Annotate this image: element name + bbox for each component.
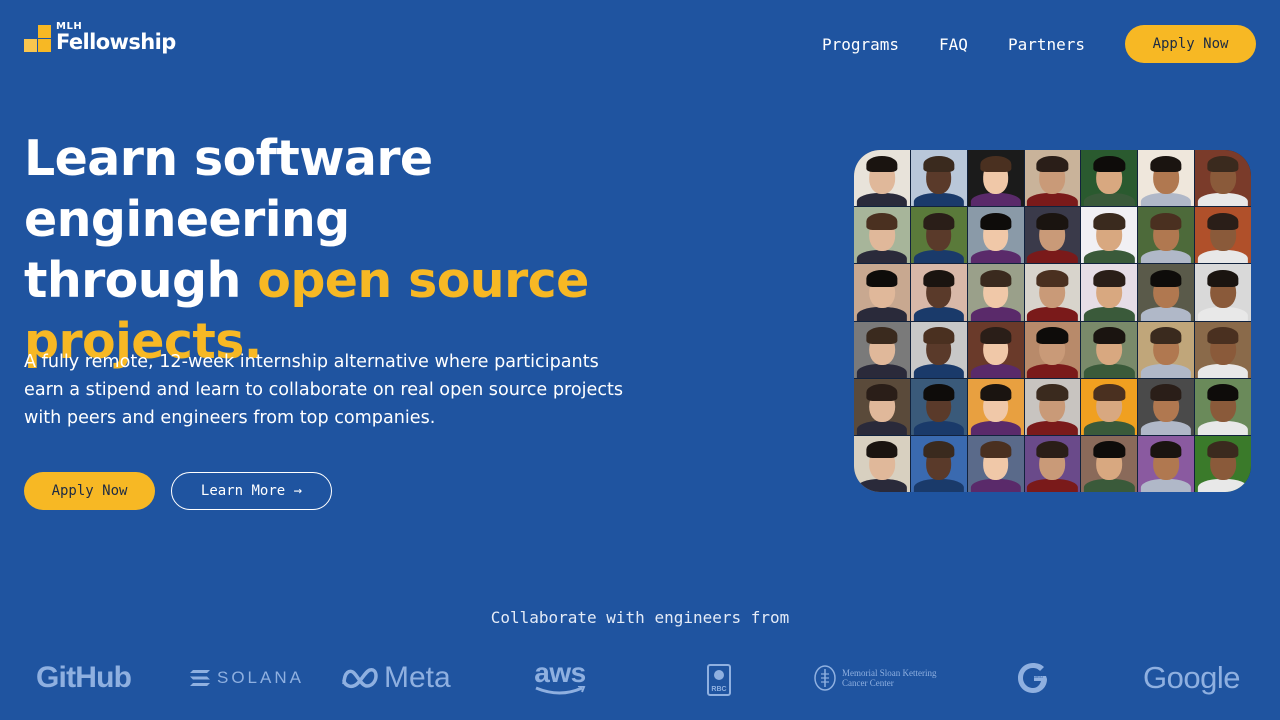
- nav-item-faq[interactable]: FAQ: [939, 35, 968, 54]
- google-logo: Google: [1143, 660, 1240, 695]
- main-nav: Programs FAQ Partners Apply Now: [822, 25, 1256, 63]
- hero-actions: Apply Now Learn More →: [24, 472, 332, 510]
- fellow-photo: [1081, 321, 1138, 378]
- fellow-photo: [1138, 207, 1195, 264]
- fellow-photo: [910, 321, 967, 378]
- fellow-photo: [1195, 435, 1251, 492]
- header-apply-button[interactable]: Apply Now: [1125, 25, 1256, 63]
- fellow-photo: [1138, 378, 1195, 435]
- hero-title: Learn software engineering through open …: [24, 128, 744, 372]
- logo-big-text: Fellowship: [56, 30, 176, 54]
- fellow-photo: [1138, 264, 1195, 321]
- fellow-photo: [1081, 264, 1138, 321]
- msk-logo: Memorial Sloan Kettering Cancer Center: [813, 656, 936, 700]
- meta-infinity-icon: [342, 668, 378, 689]
- fellow-photo: [1081, 150, 1138, 207]
- fellow-photo: [1195, 378, 1251, 435]
- fellow-photo: [854, 435, 910, 492]
- mlh-fellowship-logo[interactable]: MLH Fellowship: [24, 22, 176, 53]
- meta-logo: Meta: [340, 656, 451, 700]
- learn-more-button[interactable]: Learn More →: [171, 472, 332, 510]
- nav-item-programs[interactable]: Programs: [822, 35, 899, 54]
- fellow-photo: [1195, 207, 1251, 264]
- fellow-photo: [967, 207, 1024, 264]
- fellow-photo: [1024, 150, 1081, 207]
- aws-logo: aws: [534, 656, 586, 700]
- github-logo: GitHub: [36, 661, 132, 694]
- fellow-photo: [910, 435, 967, 492]
- fellow-photo: [854, 207, 910, 264]
- fellow-photo: [1195, 264, 1251, 321]
- logo-mark-icon: [24, 23, 52, 53]
- fellow-photo: [1138, 150, 1195, 207]
- fellow-photo: [1024, 435, 1081, 492]
- fellow-photo: [1024, 207, 1081, 264]
- fellow-photo: [967, 435, 1024, 492]
- fellow-photo: [1024, 264, 1081, 321]
- fellow-photo: [1138, 321, 1195, 378]
- fellow-photo: [1138, 435, 1195, 492]
- fellow-photo: [1081, 378, 1138, 435]
- solana-mark-icon: [190, 670, 210, 686]
- fellow-photo: [854, 150, 910, 207]
- fellow-photo: [910, 207, 967, 264]
- fellow-photo: [854, 321, 910, 378]
- fellow-photo: [967, 321, 1024, 378]
- rbc-logo: RBC: [707, 656, 731, 700]
- fellow-photo: [910, 150, 967, 207]
- hero-title-highlight: open source: [257, 252, 589, 309]
- msk-mark-icon: [814, 665, 836, 691]
- hero-title-line2: through: [24, 252, 258, 309]
- fellow-photo: [1195, 150, 1251, 207]
- fellow-photo: [967, 150, 1024, 207]
- fellow-photo: [910, 264, 967, 321]
- partner-logos: GitHub SOLANA Meta aws RBC Memorial Sloa…: [0, 656, 1280, 700]
- aws-smile-icon: [535, 686, 586, 695]
- hero-title-line1: Learn software engineering: [24, 130, 433, 248]
- fellow-photo: [854, 264, 910, 321]
- hero-description: A fully remote, 12-week internship alter…: [24, 352, 624, 428]
- fellow-photo: [1081, 435, 1138, 492]
- fellow-photo: [854, 378, 910, 435]
- fellows-photo-grid: [854, 150, 1251, 492]
- fellow-photo: [1024, 321, 1081, 378]
- fellow-photo: [910, 378, 967, 435]
- nav-item-partners[interactable]: Partners: [1008, 35, 1085, 54]
- fellow-photo: [1024, 378, 1081, 435]
- hero-apply-button[interactable]: Apply Now: [24, 472, 155, 510]
- fellow-photo: [967, 264, 1024, 321]
- fellow-photo: [1081, 207, 1138, 264]
- partners-caption: Collaborate with engineers from: [490, 608, 790, 627]
- google-research-logo: RESEARCH: [1017, 656, 1051, 700]
- solana-logo: SOLANA: [189, 656, 304, 700]
- fellow-photo: [967, 378, 1024, 435]
- fellow-photo: [1195, 321, 1251, 378]
